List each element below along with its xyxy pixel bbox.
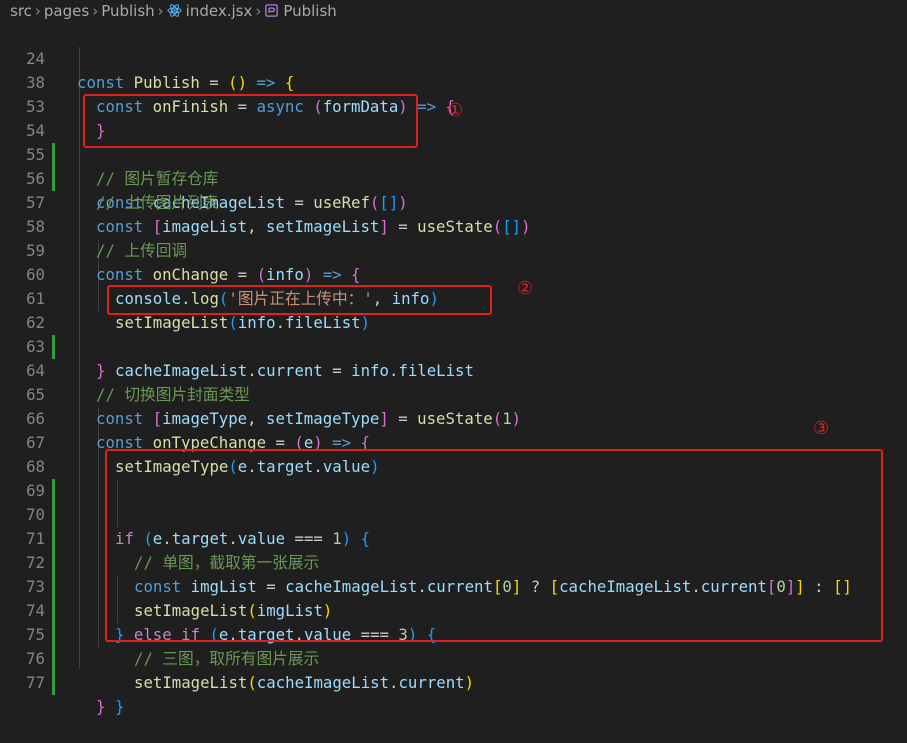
- symbol-icon: [265, 4, 279, 17]
- code-line[interactable]: 64 // 切换图片封面类型: [0, 335, 907, 404]
- code-line[interactable]: 38 const onFinish = async (formData) => …: [0, 47, 907, 116]
- code-line[interactable]: 60 console.log('图片正在上传中：', info): [0, 239, 907, 308]
- code-line[interactable]: 65 const [imageType, setImageType] = use…: [0, 359, 907, 428]
- breadcrumb-file[interactable]: index.jsx: [186, 2, 253, 20]
- code-line[interactable]: 24 const Publish = () => {: [0, 23, 907, 92]
- annotation-marker-1: ①: [447, 100, 464, 121]
- annotation-marker-3: ③: [813, 418, 830, 439]
- breadcrumb-publish[interactable]: Publish: [101, 2, 154, 20]
- chevron-right-icon: ›: [34, 2, 41, 20]
- code-line[interactable]: 59 const onChange = (info) => {: [0, 215, 907, 284]
- code-line[interactable]: 57 const [imageList, setImageList] = use…: [0, 167, 907, 236]
- annotation-box-2: [107, 285, 492, 315]
- code-line[interactable]: 77 }: [0, 647, 907, 716]
- chevron-right-icon: ›: [255, 2, 262, 20]
- chevron-right-icon: ›: [92, 2, 99, 20]
- code-line[interactable]: 53 }: [0, 71, 907, 140]
- breadcrumb-symbol[interactable]: Publish: [283, 2, 336, 20]
- code-text: }: [96, 697, 106, 716]
- chevron-right-icon: ›: [157, 2, 164, 20]
- code-text: setImageList(cacheImageList.current): [134, 673, 475, 692]
- breadcrumb: src › pages › Publish › index.jsx › Publish: [0, 0, 907, 22]
- line-number: 77: [26, 673, 45, 692]
- code-line[interactable]: 67 setImageType(e.target.value): [0, 407, 907, 476]
- breadcrumb-src[interactable]: src: [10, 2, 32, 20]
- git-added-marker: [52, 671, 55, 695]
- code-line[interactable]: 61 setImageList(info.fileList): [0, 263, 907, 332]
- annotation-box-1: [83, 94, 418, 148]
- breadcrumb-pages[interactable]: pages: [44, 2, 89, 20]
- react-file-icon: [167, 4, 182, 17]
- code-text: }: [115, 697, 125, 716]
- annotation-box-3: [105, 449, 883, 642]
- annotation-marker-2: ②: [517, 278, 534, 299]
- code-line[interactable]: 58 // 上传回调: [0, 191, 907, 260]
- code-line[interactable]: 66 const onTypeChange = (e) => {: [0, 383, 907, 452]
